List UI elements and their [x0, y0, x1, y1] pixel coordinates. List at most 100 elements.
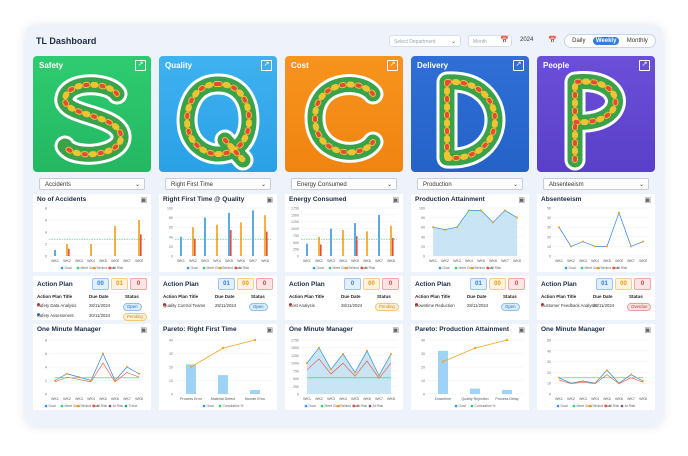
department-placeholder: Select Department — [394, 39, 436, 45]
y-tick-label: 60 — [169, 226, 173, 230]
chart-svg: 02468WK1 WK2 WK3 WK4 WK5 WK6 WK7 WK8Goal Meet Go… — [45, 207, 145, 270]
action-count-badge[interactable]: 01 — [218, 278, 235, 290]
metric-dropdown[interactable]: Accidents ⌄ — [39, 178, 145, 190]
expand-icon[interactable]: ↗ — [639, 60, 650, 71]
data-point — [630, 245, 632, 248]
action-count-badges: 00 01 0 — [92, 278, 147, 290]
chart-svg: 0 250 500 750 1000 1250 1500 1750 WK1 WK2 WK3 WK4 WK… — [291, 207, 397, 270]
action-count-badge[interactable]: 01 — [596, 278, 613, 290]
expand-icon[interactable]: ↗ — [261, 60, 272, 71]
x-tick-label: Downtime — [435, 397, 451, 401]
legend-swatch — [454, 266, 458, 270]
bottom-chart-panel: One Minute Manager ▣ 0 250 500 750 1000 1250 150… — [285, 324, 403, 410]
tile-delivery[interactable]: Delivery ↗ — [411, 56, 529, 172]
view-weekly-button[interactable]: Weekly — [592, 37, 620, 45]
action-count-badge[interactable]: 00 — [363, 278, 380, 290]
calendar-icon[interactable]: 📅 — [548, 36, 557, 44]
metric-dropdown[interactable]: Energy Consumed ⌄ — [291, 178, 397, 190]
action-count-badge[interactable]: 0 — [382, 278, 399, 290]
status-badge[interactable]: Open — [501, 303, 520, 311]
status-badge[interactable]: Open — [249, 303, 268, 311]
action-count-badge[interactable]: 0 — [130, 278, 147, 290]
year-value: 2024 — [520, 37, 534, 43]
bar — [366, 231, 368, 256]
view-daily-button[interactable]: Daily — [569, 37, 588, 45]
legend-label: Goal — [309, 404, 316, 408]
legend-swatch — [360, 266, 364, 270]
bar — [306, 243, 308, 256]
action-count-badge[interactable]: 01 — [111, 278, 128, 290]
action-count-badge[interactable]: 0 — [256, 278, 273, 290]
y-tick-label: 1750 — [291, 207, 299, 211]
action-count-badge[interactable]: 00 — [489, 278, 506, 290]
data-point — [114, 379, 116, 382]
expand-icon[interactable]: ↗ — [135, 60, 146, 71]
action-plan-title: Action Plan — [541, 281, 577, 288]
legend-label: At Risk — [617, 266, 628, 270]
bar — [470, 388, 480, 394]
status-badge[interactable]: Overdue — [627, 303, 652, 311]
data-point — [330, 368, 332, 371]
tile-safety[interactable]: Safety ↗ — [33, 56, 151, 172]
action-count-badge[interactable]: 0 — [344, 278, 361, 290]
legend-swatch — [620, 404, 624, 408]
tile-title: Cost — [291, 61, 309, 70]
x-tick-label: WK3 — [579, 397, 587, 401]
expand-icon[interactable]: ↗ — [513, 60, 524, 71]
bar — [54, 250, 56, 256]
chevron-down-icon: ⌄ — [512, 182, 518, 188]
legend-swatch — [596, 266, 600, 270]
chart-panel: No of Accidents ▣ 0 2 4 6 8 WK1 WK2 WK3 WK4 WK5 WK6 W… — [33, 194, 151, 272]
action-count-badge[interactable]: 01 — [470, 278, 487, 290]
metric-dropdown[interactable]: Right First Time ⌄ — [165, 178, 271, 190]
cumulative-point — [473, 346, 477, 350]
y-tick-label: 0 — [45, 393, 47, 397]
action-count-badge[interactable]: 0 — [508, 278, 525, 290]
x-tick-label: Process Error — [180, 397, 203, 401]
column-quality: Quality ↗ Right First Time ⌄ Right First Tim… — [159, 56, 277, 410]
cumulative-line — [442, 339, 508, 362]
tile-people[interactable]: People ↗ — [537, 56, 655, 172]
tile-cost[interactable]: Cost ↗ — [285, 56, 403, 172]
legend-swatch — [304, 404, 308, 408]
x-tick-label: WK8 — [135, 259, 143, 263]
x-tick-label: WK2 — [567, 259, 575, 263]
action-count-badge[interactable]: 00 — [92, 278, 109, 290]
x-tick-label: WK3 — [75, 397, 83, 401]
y-tick-label: 1000 — [291, 362, 299, 366]
action-count-badge[interactable]: 0 — [634, 278, 651, 290]
x-tick-label: WK5 — [351, 259, 359, 263]
expand-icon[interactable]: ↗ — [387, 60, 398, 71]
metric-dropdown[interactable]: Absenteeism ⌄ — [543, 178, 649, 190]
data-point — [618, 211, 620, 214]
calendar-icon[interactable]: 📅 — [500, 36, 509, 44]
x-tick-label: WK7 — [627, 259, 635, 263]
y-tick-label: 1250 — [291, 220, 299, 224]
status-badge[interactable]: Pending — [123, 313, 147, 321]
x-tick-label: WK2 — [567, 397, 575, 401]
y-tick-label: 0 — [423, 393, 425, 397]
x-tick-label: WK1 — [303, 397, 311, 401]
legend-label: Goal — [191, 266, 198, 270]
status-badge[interactable]: Pending — [375, 303, 399, 311]
x-tick-label: WK3 — [453, 259, 461, 263]
view-monthly-button[interactable]: Monthly — [624, 37, 651, 45]
x-tick-label: WK1 — [51, 397, 59, 401]
action-count-badge[interactable]: 00 — [237, 278, 254, 290]
metric-dropdown[interactable]: Production ⌄ — [417, 178, 523, 190]
tile-quality[interactable]: Quality ↗ — [159, 56, 277, 172]
status-badge[interactable]: Open — [123, 303, 142, 311]
y-tick-label: 10 — [169, 379, 173, 383]
department-select[interactable]: Select Department ⌄ — [389, 35, 461, 47]
legend-swatch — [486, 266, 490, 270]
x-tick-label: WK5 — [225, 259, 233, 263]
data-point — [570, 382, 572, 385]
data-point — [468, 209, 470, 212]
bar — [192, 227, 194, 256]
legend-label: Cumulative % — [223, 404, 244, 408]
y-tick-label: 100 — [419, 207, 425, 211]
action-count-badge[interactable]: 00 — [615, 278, 632, 290]
data-point — [582, 240, 584, 243]
x-tick-label: WK4 — [213, 259, 221, 263]
bar — [318, 236, 320, 256]
